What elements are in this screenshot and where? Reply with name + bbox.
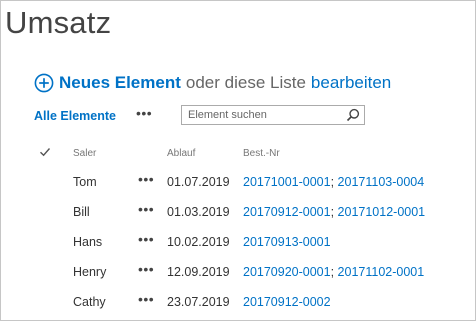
saler-cell[interactable]: Henry — [73, 257, 106, 287]
select-all-checkmark-icon[interactable] — [39, 147, 51, 157]
ablauf-cell: 10.02.2019 — [167, 235, 230, 249]
saler-cell[interactable]: Hans — [73, 227, 102, 257]
order-link[interactable]: 20171102-0001 — [338, 265, 425, 279]
view-bar: Alle Elemente ••• — [34, 105, 152, 127]
order-separator: ; — [330, 175, 338, 189]
order-link[interactable]: 20171012-0001 — [338, 205, 426, 219]
order-separator: ; — [330, 205, 338, 219]
bestnr-cell: 20171001-0001; 20171103-0004 — [243, 167, 424, 197]
list-row[interactable]: Cathy ••• 23.07.2019 20170912-0002 — [1, 287, 475, 317]
order-link[interactable]: 20170912-0002 — [243, 295, 331, 309]
list-row[interactable]: Hans ••• 10.02.2019 20170913-0001 — [1, 227, 475, 257]
order-link[interactable]: 20170913-0001 — [243, 235, 331, 249]
search-input[interactable] — [182, 106, 340, 124]
list-row[interactable]: Tom ••• 01.07.2019 20171001-0001; 201711… — [1, 167, 475, 197]
ablauf-cell: 23.07.2019 — [167, 295, 230, 309]
column-header-bestnr[interactable]: Best.-Nr — [243, 148, 280, 159]
row-menu-ellipsis-icon[interactable]: ••• — [138, 164, 154, 194]
bestnr-cell: 20170912-0001; 20171012-0001 — [243, 197, 425, 227]
row-menu-ellipsis-icon[interactable]: ••• — [138, 194, 154, 224]
bestnr-cell: 20170913-0001 — [243, 227, 331, 257]
saler-cell[interactable]: Cathy — [73, 287, 106, 317]
ablauf-cell: 01.03.2019 — [167, 205, 230, 219]
list-row[interactable]: Henry ••• 12.09.2019 20170920-0001; 2017… — [1, 257, 475, 287]
more-views-ellipsis-icon[interactable]: ••• — [136, 106, 152, 120]
ablauf-cell: 12.09.2019 — [167, 265, 230, 279]
column-header-saler[interactable]: Saler — [73, 148, 96, 159]
new-item-link[interactable]: Neues Element — [59, 73, 181, 93]
order-link[interactable]: 20171103-0004 — [338, 175, 425, 189]
edit-list-link[interactable]: bearbeiten — [311, 73, 391, 93]
saler-cell[interactable]: Bill — [73, 197, 90, 227]
view-all-items-tab[interactable]: Alle Elemente — [34, 109, 116, 123]
page-title: Umsatz — [5, 5, 112, 40]
bestnr-cell: 20170920-0001; 20171102-0001 — [243, 257, 424, 287]
or-this-list-text: oder diese Liste — [185, 73, 306, 92]
order-separator: ; — [330, 265, 338, 279]
order-link[interactable]: 20170920-0001 — [243, 265, 331, 279]
plus-circle-icon[interactable] — [34, 73, 54, 93]
search-icon[interactable] — [346, 108, 360, 122]
saler-cell[interactable]: Tom — [73, 167, 97, 197]
list-frame: Umsatz Neues Element oder diese Liste be… — [0, 0, 476, 321]
list-row[interactable]: Bill ••• 01.03.2019 20170912-0001; 20171… — [1, 197, 475, 227]
order-link[interactable]: 20170912-0001 — [243, 205, 331, 219]
order-link[interactable]: 20171001-0001 — [243, 175, 331, 189]
row-menu-ellipsis-icon[interactable]: ••• — [138, 284, 154, 314]
row-menu-ellipsis-icon[interactable]: ••• — [138, 224, 154, 254]
new-item-line: Neues Element oder diese Liste bearbeite… — [34, 71, 391, 95]
bestnr-cell: 20170912-0002 — [243, 287, 331, 317]
search-box — [181, 105, 365, 125]
column-header-ablauf[interactable]: Ablauf — [167, 148, 195, 159]
ablauf-cell: 01.07.2019 — [167, 175, 230, 189]
row-menu-ellipsis-icon[interactable]: ••• — [138, 254, 154, 284]
